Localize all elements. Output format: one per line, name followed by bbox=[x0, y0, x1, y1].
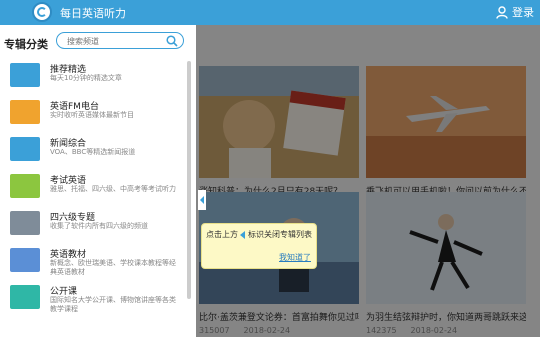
category-item[interactable]: 英语FM电台 实时收听英语媒体最新节目 bbox=[0, 96, 186, 133]
category-panel: 专辑分类 推荐精选每天10分钟的精选文章 英语FM电台实时收听英语媒体最新节目 … bbox=[0, 25, 196, 337]
panel-scrollbar[interactable] bbox=[187, 61, 191, 299]
radio-icon bbox=[10, 100, 40, 124]
app-title: 每日英语听力 bbox=[60, 7, 126, 20]
dim-overlay[interactable] bbox=[196, 25, 540, 337]
tooltip-text: 点击上方 标识关闭专辑列表 bbox=[206, 229, 312, 240]
category-desc: 收集了软件内所有四六级的频道 bbox=[50, 222, 148, 230]
tooltip-confirm-button[interactable]: 我知道了 bbox=[279, 252, 311, 263]
search-icon[interactable] bbox=[166, 35, 178, 47]
user-icon bbox=[496, 5, 508, 19]
search-input[interactable] bbox=[65, 34, 165, 49]
textbook-icon bbox=[10, 248, 40, 272]
category-desc: 雅思、托福、四六级、中高考等考试听力 bbox=[50, 185, 176, 193]
category-list: 推荐精选 每天10分钟的精选文章 英语FM电台 实时收听英语媒体最新节目 新闻综合 V… bbox=[0, 59, 186, 318]
exam-icon bbox=[10, 174, 40, 198]
recommend-icon bbox=[10, 63, 40, 87]
tooltip-text-before: 点击上方 bbox=[206, 230, 238, 239]
category-desc: 每天10分钟的精选文章 bbox=[50, 74, 122, 82]
panel-title: 专辑分类 bbox=[4, 38, 48, 51]
category-item[interactable]: 推荐精选 每天10分钟的精选文章 bbox=[0, 59, 186, 96]
search-box[interactable] bbox=[56, 32, 184, 49]
news-icon bbox=[10, 137, 40, 161]
login-button[interactable]: 登录 bbox=[496, 4, 534, 20]
left-arrow-icon bbox=[240, 230, 245, 239]
category-item[interactable]: 四六级专题 收集了软件内所有四六级的频道 bbox=[0, 207, 186, 244]
top-bar: 每日英语听力 登录 bbox=[0, 0, 540, 25]
guide-tooltip: 点击上方 标识关闭专辑列表 我知道了 bbox=[201, 223, 317, 269]
app-logo-icon bbox=[32, 2, 52, 22]
category-item[interactable]: 新闻综合 VOA、BBC等精选新闻报道 bbox=[0, 133, 186, 170]
opencourse-icon bbox=[10, 285, 40, 309]
category-item[interactable]: 公开课 国际知名大学公开课、博物馆讲座等各类教学课程 bbox=[0, 281, 186, 318]
collapse-arrow-icon[interactable] bbox=[198, 190, 206, 210]
tooltip-text-after: 标识关闭专辑列表 bbox=[248, 230, 312, 239]
category-desc: 国际知名大学公开课、博物馆讲座等各类教学课程 bbox=[50, 296, 176, 313]
category-desc: VOA、BBC等精选新闻报道 bbox=[50, 148, 136, 156]
category-item[interactable]: 英语教材 新概念、欧世瑞美语、学校课本教程等经典英语教材 bbox=[0, 244, 186, 281]
login-label: 登录 bbox=[512, 6, 534, 19]
category-desc: 实时收听英语媒体最新节目 bbox=[50, 111, 134, 119]
cet-icon bbox=[10, 211, 40, 235]
category-desc: 新概念、欧世瑞美语、学校课本教程等经典英语教材 bbox=[50, 259, 176, 276]
category-item[interactable]: 考试英语 雅思、托福、四六级、中高考等考试听力 bbox=[0, 170, 186, 207]
